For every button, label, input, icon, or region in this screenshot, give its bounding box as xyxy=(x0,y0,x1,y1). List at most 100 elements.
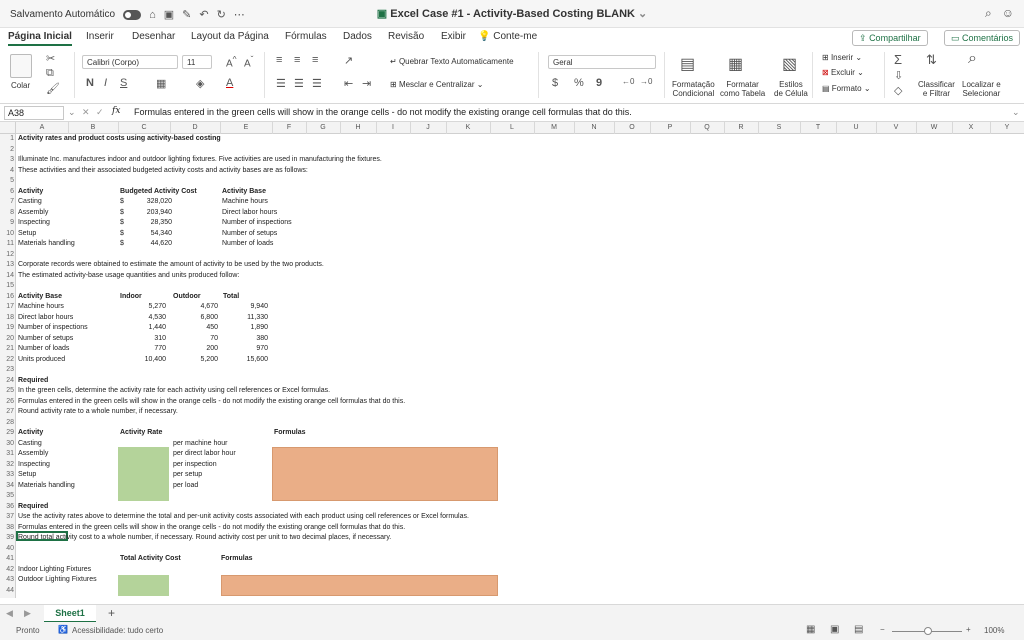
row-header-1[interactable]: 1 xyxy=(0,135,14,142)
conditional-format-button[interactable]: Formatação Condicional xyxy=(672,80,715,98)
row-header-31[interactable]: 31 xyxy=(0,450,14,457)
column-header-n[interactable]: N xyxy=(574,124,614,131)
add-sheet-icon[interactable]: + xyxy=(108,606,115,620)
row-header-7[interactable]: 7 xyxy=(0,198,14,205)
next-sheet-icon[interactable]: ▶ xyxy=(24,608,31,619)
align-bottom-icon[interactable]: ≡ xyxy=(312,54,318,66)
bold-button[interactable]: N xyxy=(86,77,94,89)
row-header-2[interactable]: 2 xyxy=(0,146,14,153)
column-header-s[interactable]: S xyxy=(758,124,800,131)
row-header-33[interactable]: 33 xyxy=(0,471,14,478)
activity-rate-green-cells[interactable] xyxy=(118,447,169,501)
increase-font-icon[interactable]: A^ xyxy=(226,54,237,69)
fill-color-icon[interactable]: ◈ xyxy=(196,77,204,90)
orientation-icon[interactable]: ↗ xyxy=(344,54,353,67)
row-header-21[interactable]: 21 xyxy=(0,345,14,352)
column-header-p[interactable]: P xyxy=(650,124,690,131)
column-header-w[interactable]: W xyxy=(916,124,952,131)
column-header-q[interactable]: Q xyxy=(690,124,724,131)
tab-revisao[interactable]: Revisão xyxy=(388,31,424,42)
account-icon[interactable]: ☺ xyxy=(1002,6,1014,21)
currency-button[interactable]: $ xyxy=(552,77,558,89)
tab-pagina-inicial[interactable]: Página Inicial xyxy=(8,31,72,46)
row-header-13[interactable]: 13 xyxy=(0,261,14,268)
column-header-l[interactable]: L xyxy=(490,124,534,131)
cut-icon[interactable]: ✂ xyxy=(46,52,55,65)
row-header-22[interactable]: 22 xyxy=(0,356,14,363)
column-header-e[interactable]: E xyxy=(220,124,272,131)
wrap-text-button[interactable]: ↵ Quebrar Texto Automaticamente xyxy=(390,57,514,66)
row-header-19[interactable]: 19 xyxy=(0,324,14,331)
column-header-x[interactable]: X xyxy=(952,124,990,131)
expand-formula-icon[interactable]: ⌄ xyxy=(1012,107,1020,118)
prev-sheet-icon[interactable]: ◀ xyxy=(6,608,13,619)
column-header-m[interactable]: M xyxy=(534,124,574,131)
row-header-8[interactable]: 8 xyxy=(0,209,14,216)
row-header-23[interactable]: 23 xyxy=(0,366,14,373)
row-header-26[interactable]: 26 xyxy=(0,398,14,405)
underline-button[interactable]: S xyxy=(120,77,127,89)
italic-button[interactable]: I xyxy=(104,77,107,89)
accessibility-status[interactable]: Acessibilidade: tudo certo xyxy=(72,626,163,635)
tab-dados[interactable]: Dados xyxy=(343,31,372,42)
column-header-h[interactable]: H xyxy=(340,124,376,131)
function-icon[interactable]: fx xyxy=(112,106,120,116)
tab-inserir[interactable]: Inserir xyxy=(86,31,114,42)
row-header-37[interactable]: 37 xyxy=(0,513,14,520)
font-color-icon[interactable]: A xyxy=(226,77,233,89)
format-cells-button[interactable]: ▤ Formato ⌄ xyxy=(822,84,871,93)
row-header-14[interactable]: 14 xyxy=(0,272,14,279)
page-break-view-icon[interactable]: ▤ xyxy=(854,624,863,635)
row-header-35[interactable]: 35 xyxy=(0,492,14,499)
copy-icon[interactable]: ⧉ xyxy=(46,67,54,80)
row-header-32[interactable]: 32 xyxy=(0,461,14,468)
row-header-29[interactable]: 29 xyxy=(0,429,14,436)
column-header-g[interactable]: G xyxy=(306,124,340,131)
font-name-select[interactable]: Calibri (Corpo) xyxy=(82,55,178,69)
chevron-down-icon[interactable]: ⌄ xyxy=(638,8,647,20)
number-format-select[interactable]: Geral xyxy=(548,55,656,69)
column-header-i[interactable]: I xyxy=(376,124,410,131)
delete-cells-button[interactable]: ⊠ Excluir ⌄ xyxy=(822,68,864,77)
row-header-9[interactable]: 9 xyxy=(0,219,14,226)
row-header-11[interactable]: 11 xyxy=(0,240,14,247)
column-header-j[interactable]: J xyxy=(410,124,446,131)
format-table-button[interactable]: Formatar como Tabela xyxy=(720,80,765,98)
name-box-dropdown-icon[interactable]: ⌄ xyxy=(68,107,76,118)
cell-styles-icon[interactable]: ▧ xyxy=(782,54,797,74)
row-header-6[interactable]: 6 xyxy=(0,188,14,195)
row-header-18[interactable]: 18 xyxy=(0,314,14,321)
comments-button[interactable]: ▭ Comentários xyxy=(944,30,1021,46)
paste-label[interactable]: Colar xyxy=(11,81,30,90)
zoom-out-icon[interactable]: − xyxy=(880,625,885,634)
row-header-24[interactable]: 24 xyxy=(0,377,14,384)
column-header-o[interactable]: O xyxy=(614,124,650,131)
column-header-c[interactable]: C xyxy=(118,124,170,131)
decrease-font-icon[interactable]: Aˇ xyxy=(244,54,253,69)
row-header-25[interactable]: 25 xyxy=(0,387,14,394)
find-select-button[interactable]: Localizar e Selecionar xyxy=(962,80,1001,98)
column-header-r[interactable]: R xyxy=(724,124,758,131)
accessibility-icon[interactable]: ♿ xyxy=(58,625,68,634)
row-header-40[interactable]: 40 xyxy=(0,545,14,552)
align-left-icon[interactable]: ☰ xyxy=(276,77,286,90)
row-header-41[interactable]: 41 xyxy=(0,555,14,562)
formula-input[interactable]: Formulas entered in the green cells will… xyxy=(134,107,632,117)
row-header-27[interactable]: 27 xyxy=(0,408,14,415)
confirm-icon[interactable]: ✓ xyxy=(96,107,104,118)
row-header-28[interactable]: 28 xyxy=(0,419,14,426)
row-header-10[interactable]: 10 xyxy=(0,230,14,237)
column-header-a[interactable]: A xyxy=(16,124,68,131)
comma-button[interactable]: 9 xyxy=(596,77,602,89)
row-header-4[interactable]: 4 xyxy=(0,167,14,174)
insert-cells-button[interactable]: ⊞ Inserir ⌄ xyxy=(822,53,862,62)
align-center-icon[interactable]: ☰ xyxy=(294,77,304,90)
format-table-icon[interactable]: ▦ xyxy=(728,54,743,74)
row-header-34[interactable]: 34 xyxy=(0,482,14,489)
select-all-corner[interactable] xyxy=(0,122,16,134)
conditional-format-icon[interactable]: ▤ xyxy=(680,54,695,74)
tab-formulas[interactable]: Fórmulas xyxy=(285,31,327,42)
name-box[interactable]: A38 xyxy=(4,106,64,120)
row-header-43[interactable]: 43 xyxy=(0,576,14,583)
find-select-icon[interactable]: ⌕ xyxy=(968,50,977,68)
